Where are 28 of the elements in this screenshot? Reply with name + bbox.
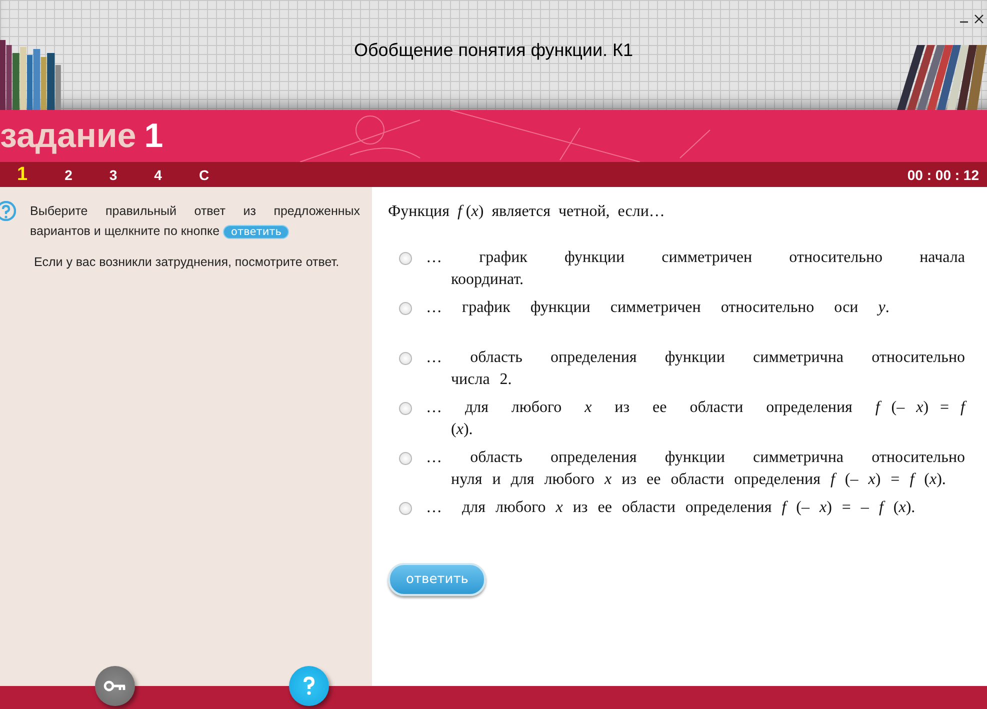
task-tab[interactable]: 3 xyxy=(106,164,120,186)
instruction-text: Выберите правильный ответ из предложенных вариантов и щелкните по кнопке ответить xyxy=(30,203,360,241)
help-icon xyxy=(302,676,316,696)
option-text: … график функции симметричен относительно начала координат. xyxy=(426,248,965,290)
hint-text: Если у вас возникли затруднения, посмотрите ответ. xyxy=(34,255,340,269)
option-text: … график функции симметричен относительно оси y. xyxy=(426,298,890,318)
task-heading: задание xyxy=(0,116,136,156)
key-icon xyxy=(103,679,127,693)
task-tab[interactable]: 2 xyxy=(62,164,76,186)
task-tab[interactable]: С xyxy=(196,164,212,186)
option-text: … область определения функции симметрична относительно нуля и для любого x из ее области определения f (– x) = f (x). xyxy=(426,448,965,490)
timer: 00 : 00 : 12 xyxy=(907,166,979,182)
task-tab[interactable]: 4 xyxy=(151,164,165,186)
close-icon[interactable] xyxy=(974,14,984,24)
help-icon xyxy=(0,201,16,221)
option-text: … для любого x из ее области определения f (– x) = – f (x). xyxy=(426,498,916,518)
radio-button[interactable] xyxy=(399,502,412,515)
option-text: … область определения функции симметрична относительно числа 2. xyxy=(426,348,965,390)
radio-button[interactable] xyxy=(399,302,412,315)
task-number: 1 xyxy=(144,116,164,156)
option-text: … для любого x из ее области определения f (– x) = f (x). xyxy=(426,398,965,440)
window-title: Обобщение понятия функции. К1 xyxy=(354,40,634,61)
radio-button[interactable] xyxy=(399,402,412,415)
radio-button[interactable] xyxy=(399,352,412,365)
radio-button[interactable] xyxy=(399,452,412,465)
radio-button[interactable] xyxy=(399,252,412,265)
question-text: Функция f (x) является четной, если… xyxy=(388,203,666,221)
task-tab[interactable]: 1 xyxy=(14,164,31,186)
